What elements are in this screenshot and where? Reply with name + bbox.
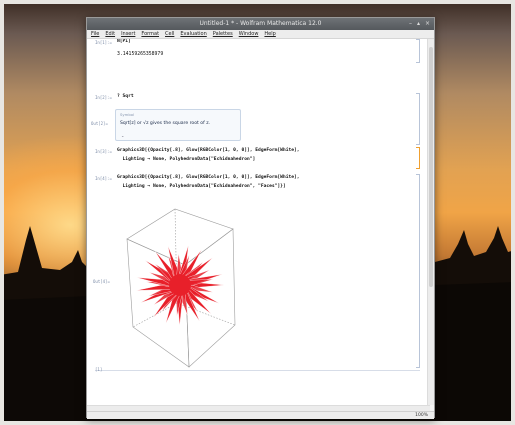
- vertical-scrollbar[interactable]: [427, 39, 434, 405]
- input-cell[interactable]: N[Pi]: [117, 39, 131, 44]
- menu-edit[interactable]: Edit: [105, 30, 115, 38]
- close-icon[interactable]: ×: [425, 18, 430, 30]
- input-cell-line[interactable]: Graphics3D[{Opacity[.8], Glow[RGBColor[1…: [117, 175, 300, 180]
- input-cell-line[interactable]: Lighting → None, PolyhedronData["Echidna…: [117, 184, 286, 189]
- input-cell-line[interactable]: Lighting → None, PolyhedronData["Echidna…: [117, 157, 256, 162]
- minimize-icon[interactable]: –: [409, 18, 412, 30]
- zoom-level[interactable]: 100%: [415, 412, 428, 419]
- scroll-thumb[interactable]: [429, 47, 433, 287]
- info-text: Sqrt[z] or √z gives the square root of z…: [120, 121, 211, 126]
- window-controls: – ▴ ×: [409, 18, 430, 30]
- cell-label: In[3]:=: [95, 149, 112, 154]
- menu-palettes[interactable]: Palettes: [213, 30, 233, 38]
- core: [169, 274, 191, 296]
- menu-evaluation[interactable]: Evaluation: [180, 30, 206, 38]
- cell-label: In[1]:=: [95, 40, 112, 45]
- insertion-line: [95, 370, 420, 371]
- cell-bracket-selected[interactable]: [416, 147, 420, 169]
- input-cell-line[interactable]: Graphics3D[{Opacity[.8], Glow[RGBColor[1…: [117, 148, 300, 153]
- menu-bar: File Edit Insert Format Cell Evaluation …: [87, 30, 434, 39]
- cell-bracket[interactable]: [416, 93, 420, 145]
- info-box: Symbol Sqrt[z] or √z gives the square ro…: [115, 109, 241, 141]
- mathematica-window: Untitled-1 * - Wolfram Mathematica 12.0 …: [86, 17, 435, 419]
- cell-bracket[interactable]: [416, 39, 420, 63]
- graphics3d-output[interactable]: [117, 199, 243, 371]
- info-tag: Symbol: [120, 112, 135, 117]
- menu-cell[interactable]: Cell: [165, 30, 174, 38]
- new-cell-marker[interactable]: [1]: [95, 367, 102, 372]
- window-title: Untitled-1 * - Wolfram Mathematica 12.0: [199, 20, 322, 27]
- menu-help[interactable]: Help: [264, 30, 275, 38]
- cell-label: Out[4]=: [93, 279, 110, 284]
- output-value: 3.14159265358979: [117, 52, 164, 57]
- menu-file[interactable]: File: [91, 30, 99, 38]
- notebook-area[interactable]: In[1]:= N[Pi] 3.14159265358979 In[2]:= ?…: [87, 39, 430, 405]
- chevron-down-icon[interactable]: ⌄: [121, 133, 124, 138]
- maximize-icon[interactable]: ▴: [417, 18, 420, 30]
- menu-format[interactable]: Format: [141, 30, 159, 38]
- input-cell[interactable]: ? Sqrt: [117, 94, 134, 99]
- cell-label: In[2]:=: [95, 95, 112, 100]
- cell-label: Out[2]=: [91, 121, 108, 126]
- cell-bracket[interactable]: [416, 174, 420, 368]
- cell-label: In[4]:=: [95, 176, 112, 181]
- status-bar: 100%: [87, 411, 434, 419]
- menu-window[interactable]: Window: [239, 30, 259, 38]
- title-bar[interactable]: Untitled-1 * - Wolfram Mathematica 12.0 …: [87, 18, 434, 30]
- echidnahedron: [136, 245, 225, 326]
- menu-insert[interactable]: Insert: [121, 30, 135, 38]
